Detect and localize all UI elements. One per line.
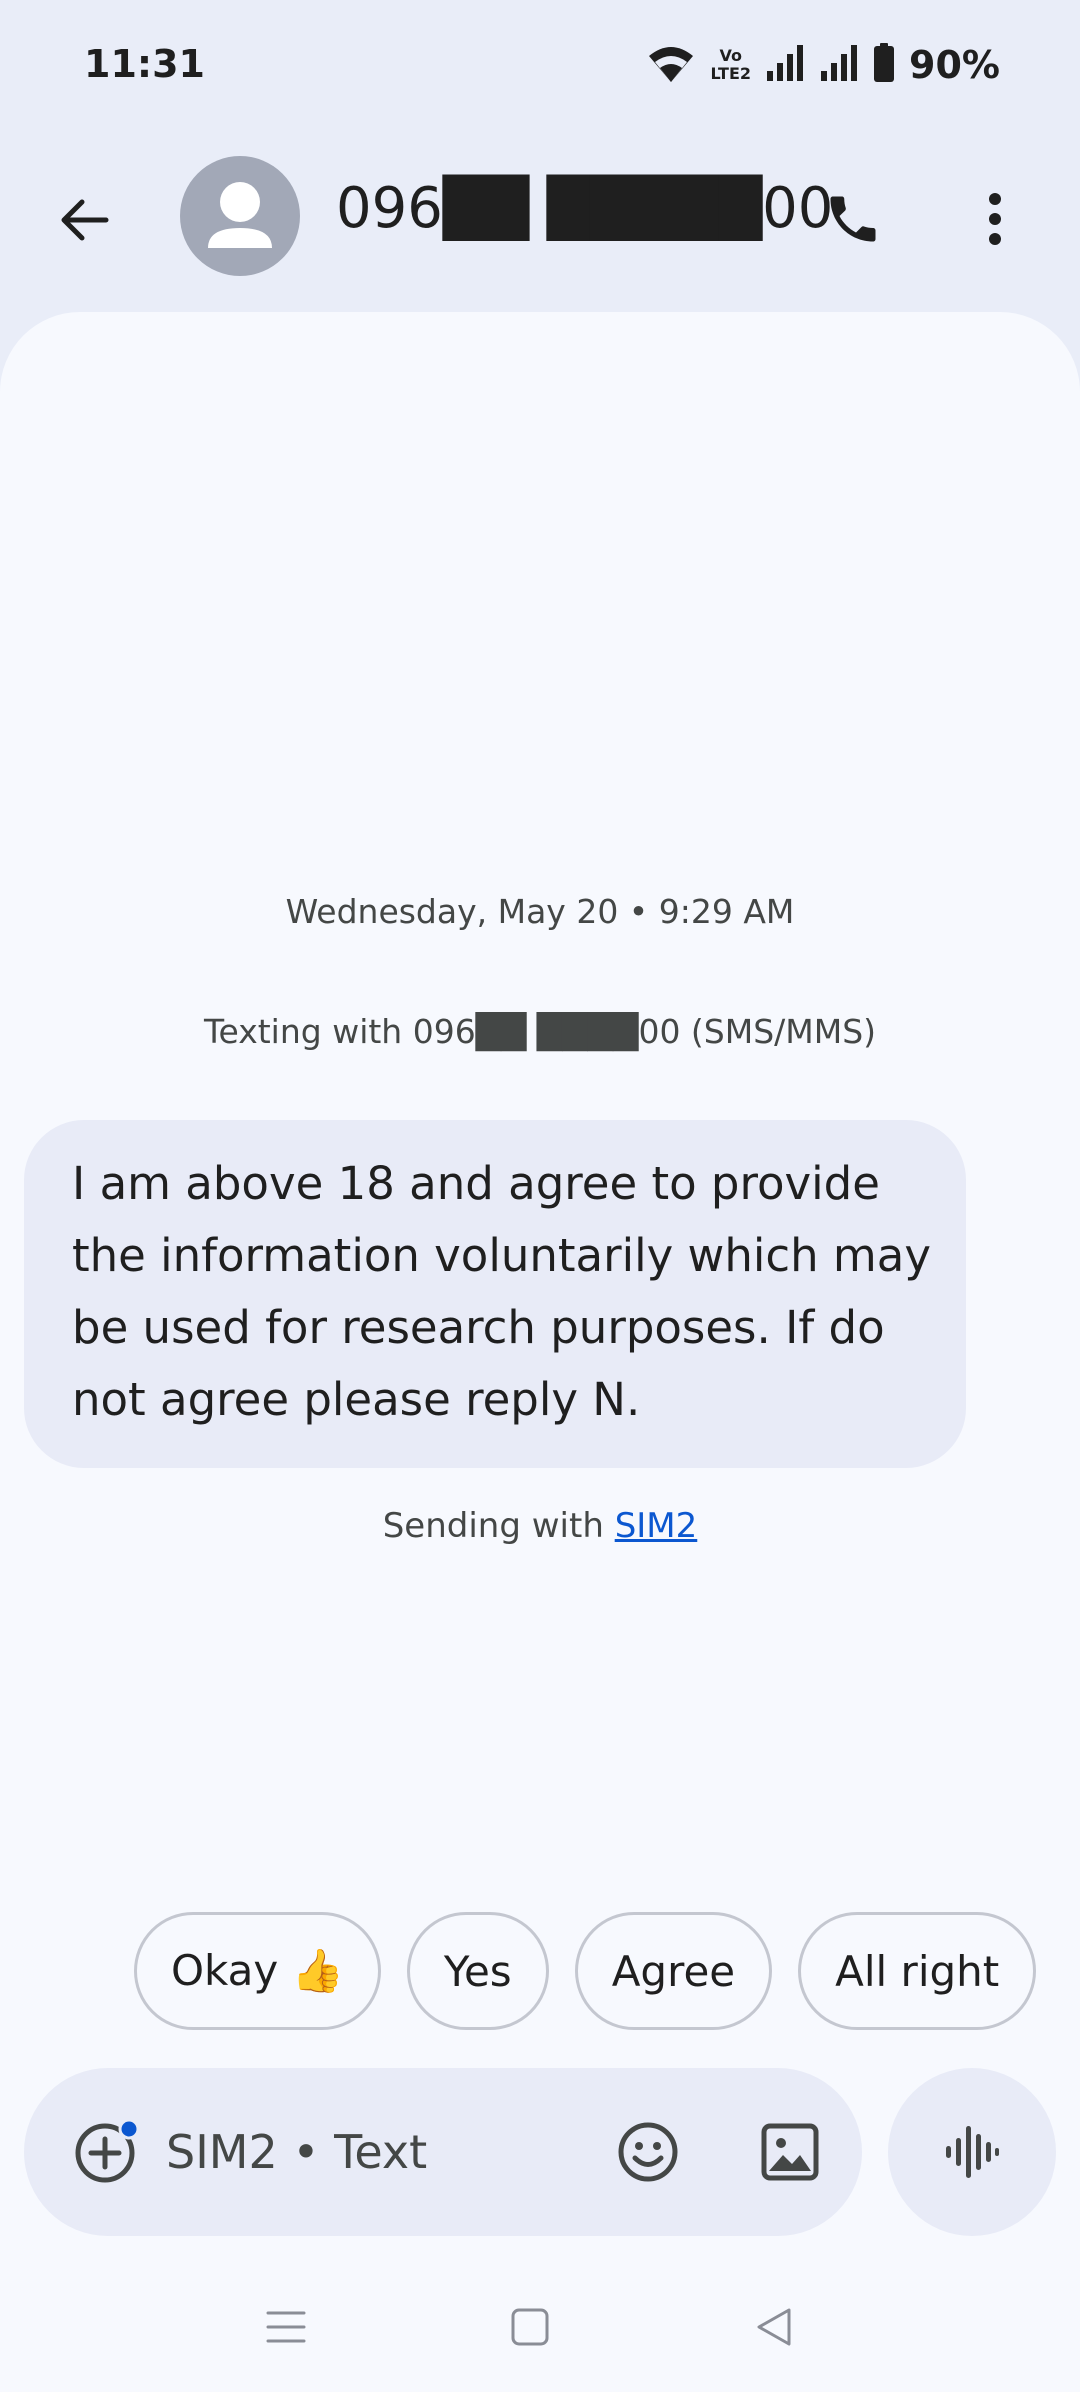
avatar[interactable]	[180, 156, 300, 276]
more-vert-icon	[989, 193, 1001, 245]
sim-link[interactable]: SIM2	[615, 1506, 698, 1546]
texting-with-info: Texting with 096██ ████00 (SMS/MMS)	[203, 1012, 877, 1051]
back-button[interactable]	[44, 180, 124, 260]
add-circle-icon	[75, 2118, 140, 2183]
more-options-button[interactable]	[950, 174, 1040, 264]
image-icon	[761, 2123, 819, 2181]
battery-percent: 90%	[909, 43, 1000, 87]
voice-message-button[interactable]	[888, 2068, 1056, 2236]
app-bar: 096██ █████00	[0, 130, 1080, 310]
status-time: 11:31	[84, 42, 205, 86]
voice-waveform-icon	[946, 2126, 999, 2178]
menu-lines-icon	[266, 2311, 306, 2343]
compose-bar	[24, 2068, 862, 2236]
suggestion-chip-all-right[interactable]: All right	[798, 1912, 1037, 2030]
nav-home-button[interactable]	[490, 2292, 570, 2362]
suggestion-chip-agree[interactable]: Agree	[574, 1912, 773, 2030]
compose-input[interactable]	[166, 2112, 586, 2192]
volte-indicator: Vo LTE2	[711, 47, 752, 83]
incoming-message-bubble[interactable]: I am above 18 and agree to provide the i…	[24, 1120, 966, 1468]
person-icon	[208, 182, 272, 248]
suggestion-chip-yes[interactable]: Yes	[406, 1912, 549, 2030]
nav-recents-button[interactable]	[246, 2292, 326, 2362]
smart-reply-suggestions: Okay 👍 Yes Agree All right	[134, 1912, 1037, 2030]
sending-with-info: Sending with SIM2	[0, 1506, 1080, 1546]
gallery-button[interactable]	[746, 2108, 834, 2196]
nav-back-button[interactable]	[734, 2292, 814, 2362]
wifi-icon	[645, 42, 697, 88]
call-button[interactable]	[808, 174, 898, 264]
emoji-icon	[618, 2122, 678, 2182]
contact-title[interactable]: 096██ █████00	[336, 176, 833, 241]
date-header: Wednesday, May 20 • 9:29 AM	[285, 892, 795, 931]
phone-icon	[830, 196, 876, 242]
suggestion-chip-okay[interactable]: Okay 👍	[134, 1912, 381, 2030]
volte-line1: Vo	[719, 46, 743, 65]
emoji-button[interactable]	[604, 2108, 692, 2196]
arrow-back-icon	[61, 199, 109, 241]
battery-icon	[873, 43, 895, 87]
volte-line2: LTE2	[710, 64, 752, 83]
signal-sim2-icon	[819, 43, 859, 87]
square-home-icon	[511, 2308, 549, 2346]
triangle-back-icon	[757, 2308, 791, 2346]
attach-button[interactable]	[62, 2108, 150, 2196]
signal-sim1-icon	[765, 43, 805, 87]
sending-with-label: Sending with	[382, 1506, 615, 1546]
status-bar: 11:31 Vo LTE2 90%	[0, 0, 1080, 130]
system-nav-bar	[0, 2272, 1080, 2382]
status-icons: Vo LTE2 90%	[645, 40, 1000, 90]
